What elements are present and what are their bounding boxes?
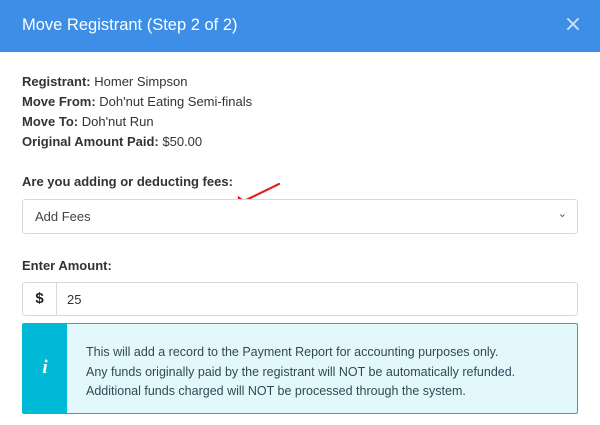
move-from-line: Move From: Doh'nut Eating Semi-finals: [22, 92, 252, 112]
registrant-info: Registrant: Homer Simpson Move From: Doh…: [22, 72, 252, 152]
amount-input-group: $: [22, 282, 578, 316]
callout-text: This will add a record to the Payment Re…: [86, 343, 515, 402]
callout-line: This will add a record to the Payment Re…: [86, 345, 499, 359]
callout-line: Additional funds charged will NOT be pro…: [86, 384, 466, 398]
move-registrant-modal: Move Registrant (Step 2 of 2) × Registra…: [0, 0, 600, 425]
original-amount-value: $50.00: [162, 134, 203, 149]
registrant-line: Registrant: Homer Simpson: [22, 72, 252, 92]
modal-header: Move Registrant (Step 2 of 2) ×: [0, 0, 600, 52]
close-button[interactable]: ×: [562, 12, 584, 38]
fees-type-select[interactable]: Add Fees ⌄: [22, 199, 578, 234]
callout-line: Any funds originally paid by the registr…: [86, 364, 516, 379]
callout-icon-area: i: [23, 324, 67, 413]
original-amount-label: Original Amount Paid:: [22, 134, 159, 149]
move-to-label: Move To:: [22, 114, 79, 129]
info-callout: i This will add a record to the Payment …: [22, 323, 578, 414]
move-from-value: Doh'nut Eating Semi-finals: [99, 94, 253, 109]
fees-type-selected: Add Fees: [35, 209, 91, 224]
move-to-line: Move To: Doh'nut Run: [22, 112, 252, 132]
original-amount-line: Original Amount Paid: $50.00: [22, 132, 252, 152]
info-icon: i: [42, 357, 48, 378]
chevron-down-icon: ⌄: [557, 207, 567, 220]
move-from-label: Move From:: [22, 94, 96, 109]
dollar-prefix: $: [23, 283, 57, 315]
amount-input[interactable]: [57, 283, 575, 315]
enter-amount-label: Enter Amount:: [22, 258, 112, 273]
registrant-label: Registrant:: [22, 74, 91, 89]
move-to-value: Doh'nut Run: [81, 114, 154, 129]
registrant-value: Homer Simpson: [94, 74, 188, 89]
fees-question-label: Are you adding or deducting fees:: [22, 174, 233, 189]
modal-title: Move Registrant (Step 2 of 2): [22, 16, 238, 34]
